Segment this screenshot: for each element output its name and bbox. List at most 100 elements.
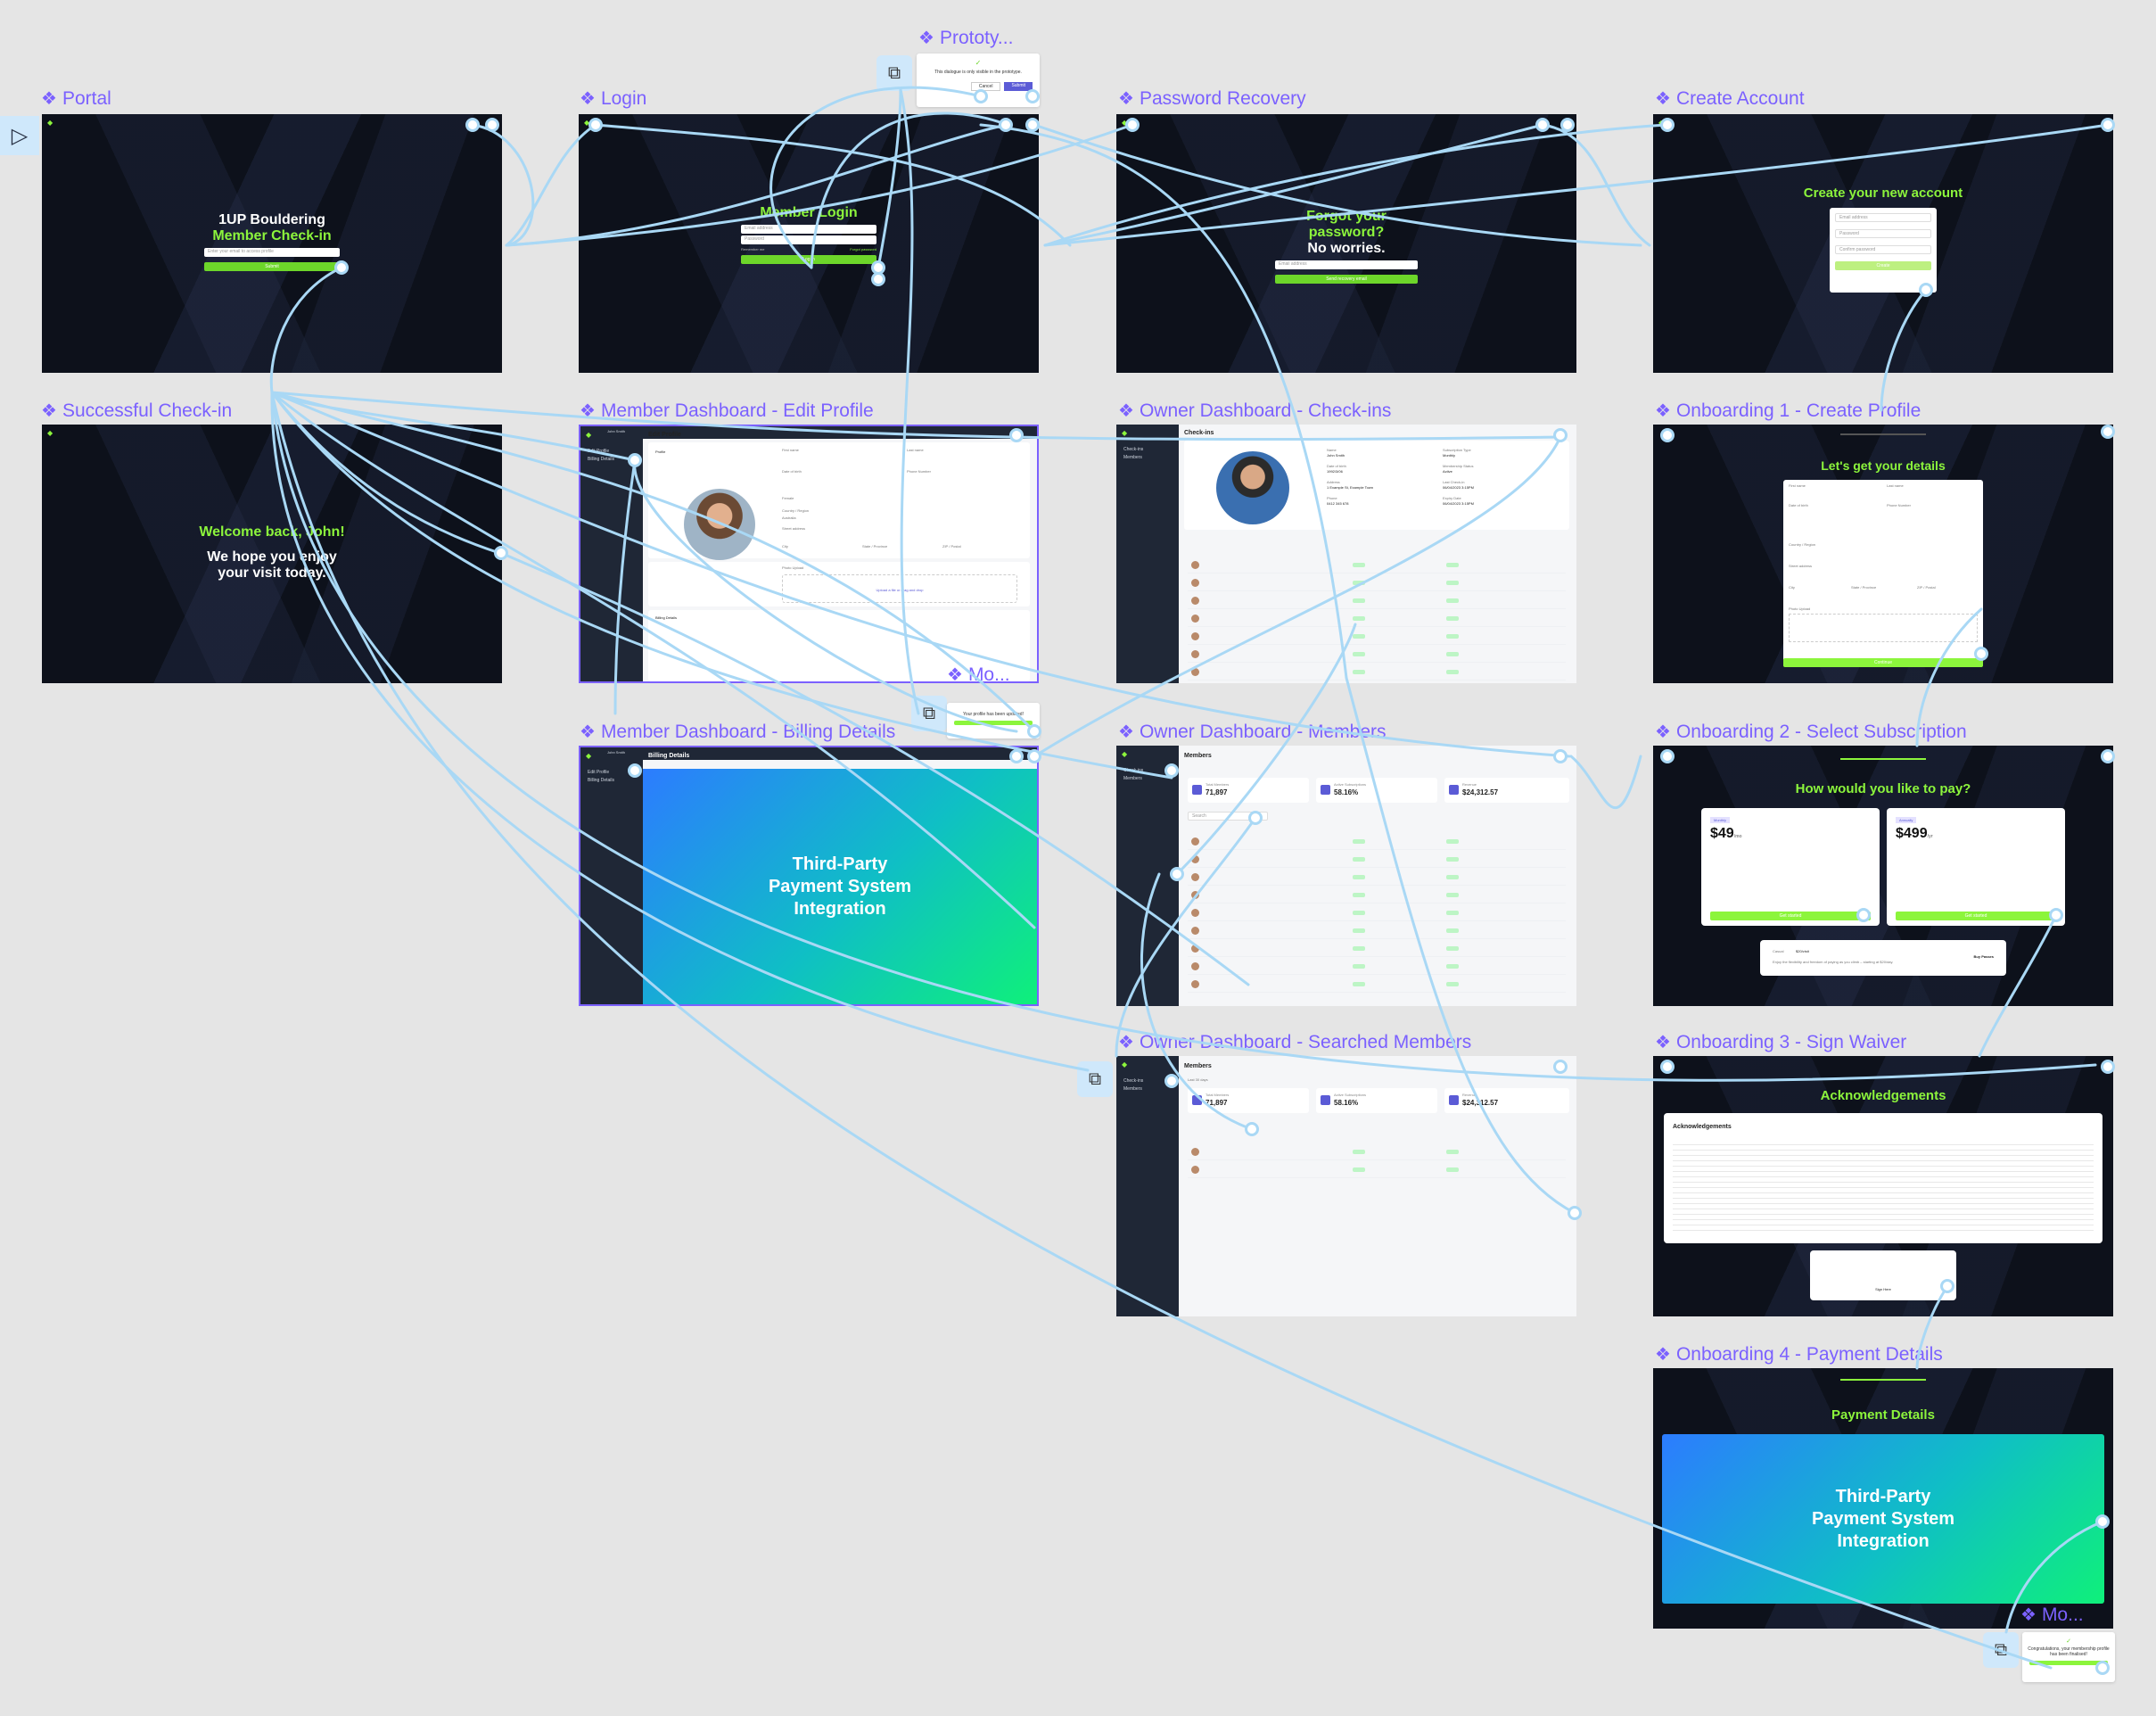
frame-label-member-billing[interactable]: ❖ Member Dashboard - Billing Details	[580, 721, 895, 743]
frame-label-successful-checkin[interactable]: ❖ Successful Check-in	[41, 400, 232, 422]
connection-node[interactable]	[1568, 1206, 1582, 1220]
table-row[interactable]	[1188, 594, 1566, 609]
table-row[interactable]	[1188, 942, 1566, 957]
connection-node[interactable]	[1164, 1074, 1179, 1088]
plan-card-monthly[interactable]: Monthly $49/mo Get started	[1701, 808, 1880, 926]
field-gender[interactable]: Female	[782, 496, 794, 500]
field-city[interactable]: City	[782, 544, 788, 549]
ob-field-phone[interactable]: Phone Number	[1887, 503, 1911, 507]
connection-node[interactable]	[1027, 749, 1041, 763]
profile-avatar[interactable]	[684, 489, 755, 560]
frame-label-onboarding3[interactable]: ❖ Onboarding 3 - Sign Waiver	[1655, 1031, 1906, 1053]
sign-waiver-card[interactable]: Sign Here	[1810, 1250, 1956, 1300]
connection-node[interactable]	[628, 763, 642, 778]
ob-continue-button[interactable]: Continue	[1783, 658, 1983, 667]
forgot-password-link[interactable]: Forgot password	[850, 247, 876, 252]
connection-node[interactable]	[2101, 425, 2115, 439]
profile-updated-modal[interactable]: Your profile has been updated!	[947, 703, 1040, 738]
connection-node[interactable]	[1553, 749, 1568, 763]
connection-node[interactable]	[999, 118, 1013, 132]
table-row[interactable]	[1188, 558, 1566, 573]
ob-field-city[interactable]: City	[1789, 585, 1795, 590]
connection-node[interactable]	[485, 118, 499, 132]
frame-label-onboarding1[interactable]: ❖ Onboarding 1 - Create Profile	[1655, 400, 1921, 422]
remember-me-checkbox[interactable]: Remember me	[741, 247, 764, 252]
table-row[interactable]	[1188, 924, 1566, 939]
connection-node[interactable]	[1660, 749, 1675, 763]
frame-owner-checkins[interactable]: ◆ Check-ins Members Check-ins Name John …	[1116, 425, 1576, 683]
connection-node[interactable]	[1248, 811, 1263, 825]
table-row[interactable]	[1188, 665, 1566, 681]
connection-node[interactable]	[1974, 647, 1988, 661]
ob-field-last-name[interactable]: Last name	[1887, 483, 1904, 488]
plan-annual-button[interactable]: Get started	[1896, 912, 2056, 920]
overlay-frame-icon[interactable]: ⧉	[1077, 1061, 1113, 1097]
connection-node[interactable]	[1535, 118, 1550, 132]
recovery-email-input[interactable]: Email address	[1275, 260, 1418, 269]
connection-node[interactable]	[2095, 1514, 2110, 1529]
frame-create-account[interactable]: ◆ Create your new account Email address …	[1653, 114, 2113, 373]
field-country-value[interactable]: Australia	[782, 516, 796, 520]
field-state[interactable]: State / Province	[862, 544, 887, 549]
field-country[interactable]: Country / Region	[782, 508, 809, 513]
frame-onboarding1[interactable]: Let's get your details First name Last n…	[1653, 425, 2113, 683]
connection-node[interactable]	[871, 272, 885, 286]
connection-node[interactable]	[974, 89, 988, 103]
portal-submit-button[interactable]: Submit	[204, 262, 340, 271]
connection-node[interactable]	[1560, 118, 1575, 132]
present-play-button[interactable]: ▷	[0, 116, 39, 155]
login-submit-button[interactable]: Log in	[741, 255, 876, 264]
connection-node[interactable]	[1553, 428, 1568, 442]
field-zip[interactable]: ZIP / Postal	[942, 544, 961, 549]
connection-node[interactable]	[494, 546, 508, 560]
connection-node[interactable]	[1660, 428, 1675, 442]
ob-field-zip[interactable]: ZIP / Postal	[1917, 585, 1936, 590]
frame-label-password-recovery[interactable]: ❖ Password Recovery	[1118, 87, 1306, 110]
connection-node[interactable]	[1027, 724, 1041, 738]
sidebar-item-members[interactable]: Members	[1123, 776, 1172, 781]
table-row[interactable]	[1188, 630, 1566, 645]
connection-node[interactable]	[1009, 749, 1024, 763]
ob-upload-dropzone[interactable]	[1789, 614, 1978, 642]
table-row[interactable]	[1188, 906, 1566, 921]
recovery-send-button[interactable]: Send recovery email	[1275, 275, 1418, 284]
frame-label-owner-members[interactable]: ❖ Owner Dashboard - Members	[1118, 721, 1387, 743]
frame-portal[interactable]: ◆ 1UP Bouldering Member Check-in Enter y…	[42, 114, 502, 373]
frame-password-recovery[interactable]: ◆ Forgot your password? No worries. Emai…	[1116, 114, 1576, 373]
frame-successful-checkin[interactable]: ◆ Welcome back, John! We hope you enjoy …	[42, 425, 502, 683]
table-row[interactable]	[1188, 870, 1566, 886]
table-row[interactable]	[1188, 835, 1566, 850]
connection-node[interactable]	[1919, 283, 1933, 297]
sidebar-item-checkins[interactable]: Check-ins	[1123, 447, 1172, 452]
connection-node[interactable]	[1940, 1279, 1954, 1293]
portal-email-input[interactable]: Enter your email to access profile	[204, 248, 340, 257]
field-first-name[interactable]: First name	[782, 448, 799, 452]
ob-field-country[interactable]: Country / Region	[1789, 542, 1815, 547]
field-dob[interactable]: Date of birth	[782, 469, 802, 474]
plan-card-annual[interactable]: Annually $499/yr Get started	[1887, 808, 2065, 926]
field-street[interactable]: Street address	[782, 526, 805, 531]
ob-field-dob[interactable]: Date of birth	[1789, 503, 1808, 507]
connection-node[interactable]	[1553, 1060, 1568, 1074]
table-row[interactable]	[1188, 888, 1566, 903]
connection-node[interactable]	[1164, 763, 1179, 778]
ob-field-photo[interactable]: Photo Upload	[1789, 606, 1810, 611]
frame-member-billing[interactable]: ◆ Edit Profile Billing Details John Smit…	[579, 746, 1039, 1006]
login-password-input[interactable]: Password	[741, 235, 876, 244]
connection-node[interactable]	[588, 118, 603, 132]
connection-node[interactable]	[1025, 89, 1040, 103]
overlay-frame-icon[interactable]: ⧉	[876, 55, 912, 91]
table-row[interactable]	[1188, 1145, 1566, 1160]
frame-label-modal-final[interactable]: ❖ Mo...	[2020, 1604, 2084, 1626]
frame-label-login[interactable]: ❖ Login	[580, 87, 646, 110]
date-filter[interactable]: Last 30 days	[1188, 1077, 1208, 1082]
table-row[interactable]	[1188, 612, 1566, 627]
ob-field-first-name[interactable]: First name	[1789, 483, 1806, 488]
connection-node[interactable]	[334, 260, 349, 275]
frame-onboarding3[interactable]: Acknowledgements Acknowledgements Sign H…	[1653, 1056, 2113, 1316]
frame-label-member-edit-profile[interactable]: ❖ Member Dashboard - Edit Profile	[580, 400, 874, 422]
sidebar-item-members[interactable]: Members	[1123, 455, 1172, 460]
buy-passes-button[interactable]: Buy Passes	[1974, 954, 1994, 959]
create-email-input[interactable]: Email address	[1835, 213, 1931, 222]
sidebar-item-billing[interactable]: Billing Details	[588, 778, 636, 783]
